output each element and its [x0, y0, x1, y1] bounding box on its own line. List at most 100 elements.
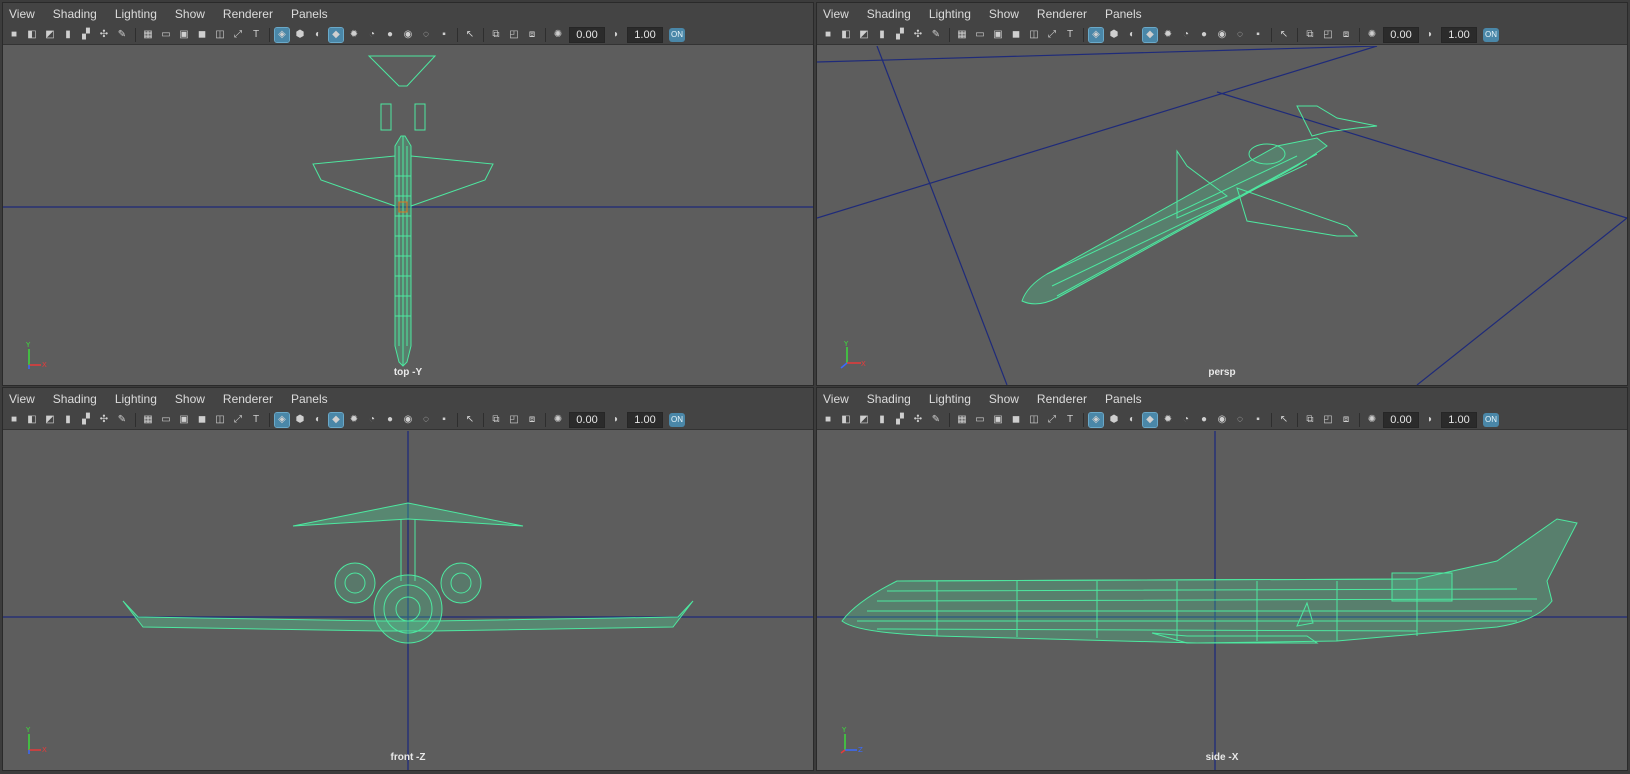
field-chart-icon[interactable]: ◫ [213, 28, 227, 42]
camera-motion-icon[interactable]: ◩ [857, 413, 871, 427]
depth-of-field-icon[interactable]: ▪ [1251, 413, 1265, 427]
camera-motion-icon[interactable]: ◩ [43, 28, 57, 42]
depth-of-field-icon[interactable]: ▪ [437, 413, 451, 427]
menu-show[interactable]: Show [989, 392, 1019, 406]
wireframe-icon[interactable]: ◈ [274, 411, 290, 428]
menu-show[interactable]: Show [989, 7, 1019, 21]
menu-view[interactable]: View [823, 7, 849, 21]
smooth-shade-icon[interactable]: ⬢ [1107, 28, 1121, 42]
color-management-toggle[interactable]: ON [669, 27, 685, 42]
anti-alias-icon[interactable]: ◌ [1233, 28, 1247, 42]
exposure-icon[interactable]: ✺ [1365, 413, 1379, 427]
menu-lighting[interactable]: Lighting [929, 392, 971, 406]
wireframe-icon[interactable]: ◈ [1088, 411, 1104, 428]
backface-icon[interactable]: ⧈ [1339, 413, 1353, 427]
menu-panels[interactable]: Panels [291, 392, 328, 406]
gamma-field[interactable]: 1.00 [627, 26, 663, 43]
grease-pencil-icon[interactable]: ✎ [929, 28, 943, 42]
exposure-field[interactable]: 0.00 [1383, 26, 1419, 43]
wireframe-icon[interactable]: ◈ [274, 26, 290, 43]
motion-blur-icon[interactable]: ◉ [401, 28, 415, 42]
grid-icon[interactable]: ▦ [141, 413, 155, 427]
textured-icon[interactable]: ◆ [1142, 26, 1158, 43]
safe-title-icon[interactable]: T [249, 413, 263, 427]
textured-icon[interactable]: ◆ [1142, 411, 1158, 428]
viewport-canvas[interactable]: Y X persp [817, 46, 1627, 385]
backface-icon[interactable]: ⧈ [1339, 28, 1353, 42]
depth-of-field-icon[interactable]: ▪ [437, 28, 451, 42]
textured-icon[interactable]: ◆ [328, 411, 344, 428]
color-management-toggle[interactable]: ON [1483, 27, 1499, 42]
camera-attributes-icon[interactable]: ◧ [25, 28, 39, 42]
grease-pencil-icon[interactable]: ✎ [115, 413, 129, 427]
xray-active-icon[interactable]: ◰ [1321, 413, 1335, 427]
field-chart-icon[interactable]: ◫ [213, 413, 227, 427]
menu-panels[interactable]: Panels [291, 7, 328, 21]
viewport-canvas[interactable]: Y X front -Z [3, 431, 813, 770]
xray-joints-icon[interactable]: ⧉ [489, 413, 503, 427]
menu-renderer[interactable]: Renderer [223, 392, 273, 406]
menu-panels[interactable]: Panels [1105, 392, 1142, 406]
bookmark-icon[interactable]: ▮ [875, 28, 889, 42]
camera-motion-icon[interactable]: ◩ [43, 413, 57, 427]
menu-show[interactable]: Show [175, 392, 205, 406]
exposure-icon[interactable]: ✺ [551, 413, 565, 427]
menu-shading[interactable]: Shading [53, 7, 97, 21]
flat-shade-icon[interactable]: ◐ [311, 413, 325, 427]
safe-action-icon[interactable]: ⤢ [1045, 28, 1059, 42]
grid-icon[interactable]: ▦ [141, 28, 155, 42]
flat-shade-icon[interactable]: ◐ [1125, 28, 1139, 42]
menu-shading[interactable]: Shading [867, 392, 911, 406]
backface-icon[interactable]: ⧈ [525, 413, 539, 427]
flat-shade-icon[interactable]: ◐ [1125, 413, 1139, 427]
exposure-field[interactable]: 0.00 [569, 26, 605, 43]
anti-alias-icon[interactable]: ◌ [1233, 413, 1247, 427]
depth-of-field-icon[interactable]: ▪ [1251, 28, 1265, 42]
wireframe-icon[interactable]: ◈ [1088, 26, 1104, 43]
lights-icon[interactable]: ✹ [347, 413, 361, 427]
menu-show[interactable]: Show [175, 7, 205, 21]
backface-icon[interactable]: ⧈ [525, 28, 539, 42]
safe-action-icon[interactable]: ⤢ [231, 413, 245, 427]
grid-icon[interactable]: ▦ [955, 413, 969, 427]
gamma-icon[interactable]: ◗ [609, 28, 623, 42]
motion-blur-icon[interactable]: ◉ [401, 413, 415, 427]
xray-icon[interactable]: ✣ [911, 28, 925, 42]
resolution-gate-icon[interactable]: ▣ [177, 28, 191, 42]
lights-icon[interactable]: ✹ [1161, 28, 1175, 42]
gate-mask-icon[interactable]: ◼ [195, 413, 209, 427]
gate-mask-icon[interactable]: ◼ [1009, 413, 1023, 427]
image-plane-icon[interactable]: ▞ [79, 28, 93, 42]
exposure-icon[interactable]: ✺ [551, 28, 565, 42]
isolate-select-icon[interactable]: ↖ [463, 28, 477, 42]
gate-mask-icon[interactable]: ◼ [195, 28, 209, 42]
gamma-field[interactable]: 1.00 [1441, 411, 1477, 428]
image-plane-icon[interactable]: ▞ [79, 413, 93, 427]
viewport-panel-side[interactable]: View Shading Lighting Show Renderer Pane… [816, 387, 1628, 771]
safe-title-icon[interactable]: T [1063, 28, 1077, 42]
exposure-icon[interactable]: ✺ [1365, 28, 1379, 42]
motion-blur-icon[interactable]: ◉ [1215, 413, 1229, 427]
xray-icon[interactable]: ✣ [911, 413, 925, 427]
menu-shading[interactable]: Shading [53, 392, 97, 406]
menu-renderer[interactable]: Renderer [1037, 7, 1087, 21]
screen-space-ao-icon[interactable]: ● [1197, 413, 1211, 427]
camera-icon[interactable]: ■ [821, 413, 835, 427]
xray-active-icon[interactable]: ◰ [1321, 28, 1335, 42]
isolate-select-icon[interactable]: ↖ [1277, 28, 1291, 42]
viewport-panel-top[interactable]: View Shading Lighting Show Renderer Pane… [2, 2, 814, 386]
resolution-gate-icon[interactable]: ▣ [991, 28, 1005, 42]
bookmark-icon[interactable]: ▮ [61, 413, 75, 427]
shadows-icon[interactable]: ◔ [1179, 28, 1193, 42]
motion-blur-icon[interactable]: ◉ [1215, 28, 1229, 42]
image-plane-icon[interactable]: ▞ [893, 28, 907, 42]
color-management-toggle[interactable]: ON [669, 412, 685, 427]
safe-title-icon[interactable]: T [1063, 413, 1077, 427]
menu-view[interactable]: View [823, 392, 849, 406]
film-gate-icon[interactable]: ▭ [973, 413, 987, 427]
xray-icon[interactable]: ✣ [97, 28, 111, 42]
grease-pencil-icon[interactable]: ✎ [115, 28, 129, 42]
isolate-select-icon[interactable]: ↖ [1277, 413, 1291, 427]
camera-icon[interactable]: ■ [7, 28, 21, 42]
screen-space-ao-icon[interactable]: ● [383, 28, 397, 42]
